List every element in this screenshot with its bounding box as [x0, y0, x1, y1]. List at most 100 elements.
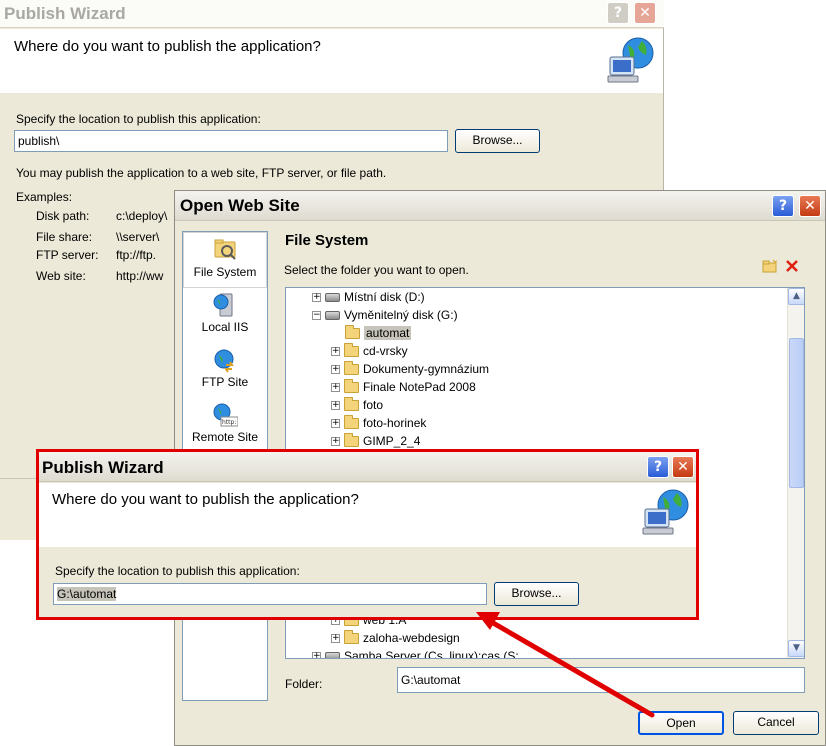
example-value: c:\deploy\ [116, 209, 168, 223]
scroll-thumb[interactable] [789, 338, 804, 488]
expand-icon[interactable]: + [331, 365, 340, 375]
tree-item-label: foto [363, 398, 384, 412]
title-bar: Open Web Site ? ✕ [175, 191, 825, 221]
expand-icon[interactable]: + [312, 652, 321, 658]
expand-icon[interactable]: + [331, 383, 340, 393]
new-folder-icon[interactable] [762, 259, 778, 273]
open-button[interactable]: Open [638, 711, 724, 735]
close-icon[interactable]: ✕ [634, 2, 656, 24]
collapse-icon[interactable]: − [312, 311, 321, 321]
tree-item[interactable]: + foto-horinek [331, 414, 426, 432]
instruction-text: Select the folder you want to open. [284, 263, 469, 277]
tree-item[interactable]: − Vyměnitelný disk (G:) [312, 306, 458, 324]
tree-item-label: automat [364, 326, 412, 340]
folder-icon [345, 325, 360, 340]
folder-icon [344, 630, 359, 645]
folder-icon [344, 397, 359, 412]
example-label: Disk path: [36, 209, 90, 223]
header-band: Where do you want to publish the applica… [0, 29, 663, 93]
folder-icon [344, 343, 359, 358]
tree-item-label: foto-horinek [363, 416, 427, 430]
expand-icon[interactable]: + [331, 419, 340, 429]
tree-item-label: zaloha-webdesign [363, 631, 460, 645]
drive-icon [325, 311, 340, 321]
tree-item-label: Finale NotePad 2008 [363, 380, 476, 394]
drive-icon [325, 652, 340, 658]
side-item-label: FTP Site [201, 375, 249, 389]
browse-button[interactable]: Browse... [455, 129, 540, 153]
ftp-site-icon [214, 349, 234, 373]
close-icon[interactable]: ✕ [799, 195, 821, 217]
scroll-up-icon[interactable]: ▲ [788, 288, 804, 305]
tree-item-label: Vyměnitelný disk (G:) [344, 308, 458, 322]
folder-input[interactable]: G:\automat [397, 667, 805, 693]
folder-icon [344, 361, 359, 376]
expand-icon[interactable]: + [331, 634, 340, 644]
expand-icon[interactable]: + [331, 401, 340, 411]
remote-site-icon: http: [213, 403, 238, 427]
title-bar: Publish Wizard ? ✕ [39, 452, 696, 482]
file-system-icon [214, 239, 236, 260]
folder-icon [344, 379, 359, 394]
help-icon[interactable]: ? [647, 456, 669, 478]
examples-label: Examples: [16, 190, 73, 204]
help-icon[interactable]: ? [772, 195, 794, 217]
side-item-file-system[interactable]: File System [183, 232, 267, 288]
close-icon[interactable]: ✕ [672, 456, 694, 478]
vertical-scrollbar[interactable]: ▲ ▼ [787, 288, 804, 658]
globe-computer-icon [642, 489, 689, 535]
side-item-local-iis[interactable]: Local IIS [183, 288, 267, 344]
tree-item[interactable]: + Finale NotePad 2008 [331, 378, 476, 396]
local-iis-icon [213, 293, 233, 317]
header-title: Where do you want to publish the applica… [52, 491, 359, 508]
window-title: Publish Wizard [4, 4, 126, 23]
expand-icon[interactable]: + [331, 437, 340, 447]
side-item-label: Remote Site [191, 430, 259, 444]
folder-icon [344, 433, 359, 448]
window-title: Publish Wizard [42, 458, 164, 477]
section-title: File System [285, 232, 369, 249]
header-title: Where do you want to publish the applica… [14, 38, 321, 55]
drive-icon [325, 293, 340, 303]
help-icon[interactable]: ? [607, 2, 629, 24]
title-bar: Publish Wizard ? ✕ [0, 0, 664, 28]
tree-item[interactable]: + foto [331, 396, 383, 414]
folder-label: Folder: [285, 677, 323, 691]
info-text: You may publish the application to a web… [16, 166, 387, 180]
delete-icon[interactable] [785, 259, 799, 273]
example-label: FTP server: [36, 248, 99, 262]
browse-button[interactable]: Browse... [494, 582, 579, 606]
tree-item-selected[interactable]: automat [345, 324, 412, 342]
expand-icon[interactable]: + [312, 293, 321, 303]
folder-icon [344, 415, 359, 430]
location-input[interactable]: publish\ [14, 130, 448, 152]
tree-item-label: Dokumenty-gymnázium [363, 362, 490, 376]
scroll-down-icon[interactable]: ▼ [788, 640, 804, 657]
highlighted-publish-wizard: Publish Wizard ? ✕ Where do you want to … [36, 449, 699, 620]
tree-item[interactable]: + GIMP_2_4 [331, 432, 420, 450]
example-value: http://ww [116, 269, 164, 283]
example-value: ftp://ftp. [116, 248, 157, 262]
header-band: Where do you want to publish the applica… [39, 483, 696, 547]
cancel-button[interactable]: Cancel [733, 711, 819, 735]
tree-item[interactable]: + Dokumenty-gymnázium [331, 360, 489, 378]
tree-item[interactable]: + Samba Server (Cs_linux):cas (S: [312, 647, 519, 658]
side-item-label: Local IIS [201, 320, 249, 334]
side-item-label: File System [193, 265, 257, 279]
side-item-ftp-site[interactable]: FTP Site [183, 343, 267, 399]
tree-item-label: Místní disk (D:) [344, 290, 425, 304]
example-label: Web site: [36, 269, 86, 283]
tree-item-label: cd-vrsky [363, 344, 408, 358]
location-label: Specify the location to publish this app… [55, 564, 300, 578]
tree-item-label: GIMP_2_4 [363, 434, 421, 448]
tree-item[interactable]: + zaloha-webdesign [331, 629, 460, 647]
example-label: File share: [36, 230, 93, 244]
example-value: \\server\ [116, 230, 160, 244]
tree-item[interactable]: + Místní disk (D:) [312, 288, 425, 306]
location-input[interactable]: G:\automat [53, 583, 487, 605]
window-title: Open Web Site [180, 196, 300, 215]
expand-icon[interactable]: + [331, 347, 340, 357]
side-item-remote-site[interactable]: http: Remote Site [183, 398, 267, 454]
svg-text:http:: http: [222, 419, 236, 426]
tree-item[interactable]: + cd-vrsky [331, 342, 408, 360]
